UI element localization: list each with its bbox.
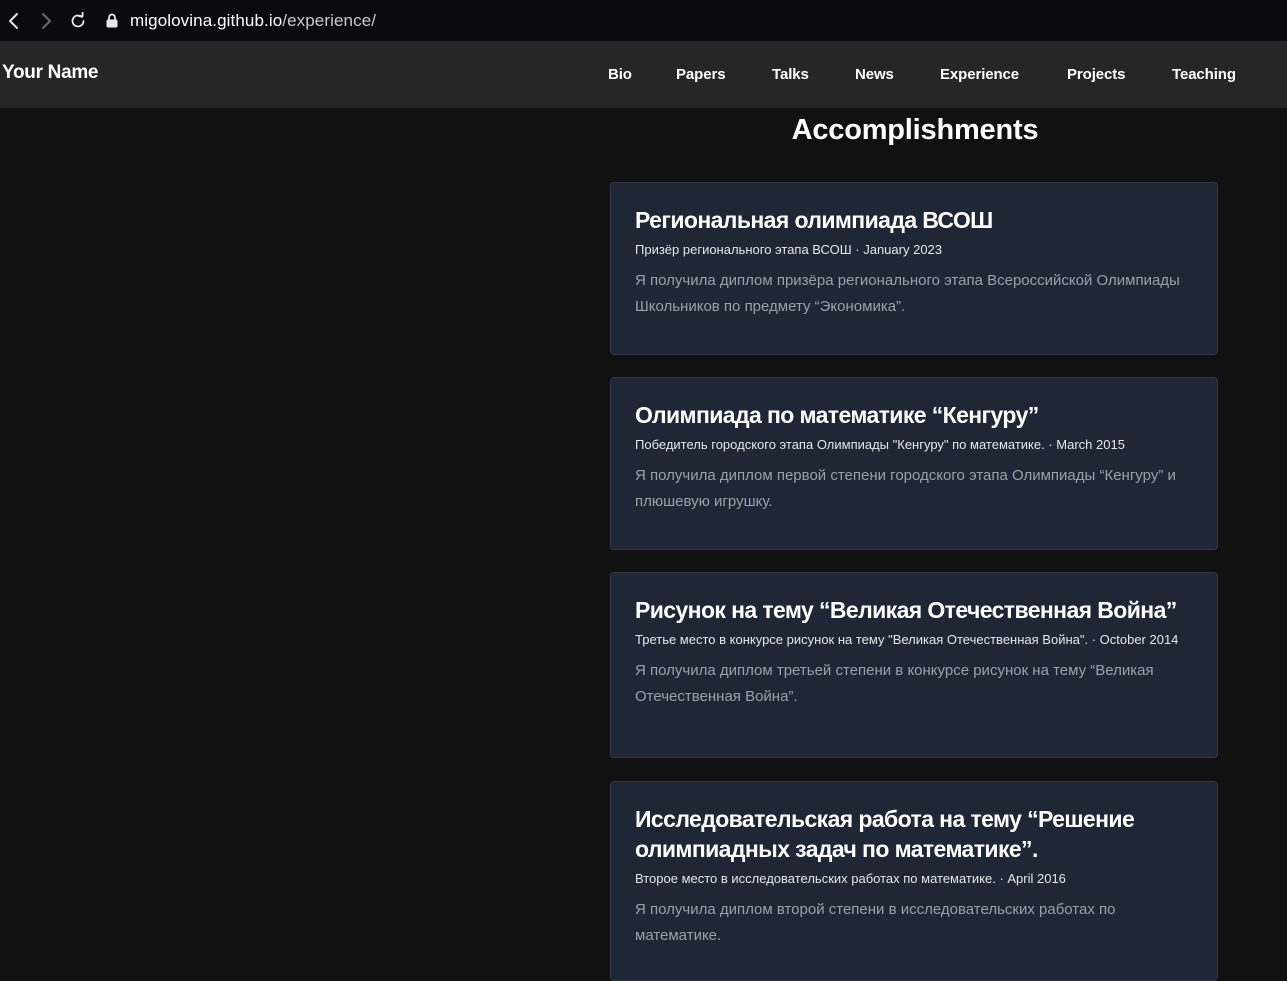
card-subtitle: Призёр регионального этапа ВСОШ · Januar… [635,242,943,257]
site-header: Your Name Bio Papers Talks News Experien… [0,41,1287,108]
card-title: Исследовательская работа на тему “Решени… [635,806,1135,862]
nav-teaching[interactable]: Teaching [1172,66,1236,83]
nav-experience[interactable]: Experience [940,66,1019,83]
accomplishment-card: Региональная олимпиада ВСОШ Призёр регио… [610,182,1218,355]
url-domain: migolovina.github.io [130,10,283,30]
accomplishment-card: Олимпиада по математике “Кенгуру” Победи… [610,377,1218,550]
lock-icon [104,13,120,29]
page-title: Accomplishments [791,114,1039,146]
forward-icon[interactable] [32,7,60,35]
address-bar[interactable]: migolovina.github.io/experience/ [130,11,376,31]
accomplishment-card: Исследовательская работа на тему “Решени… [610,781,1218,981]
card-description: Я получила диплом первой степени городск… [635,467,1176,510]
card-title: Олимпиада по математике “Кенгуру” [635,402,1039,428]
nav-talks[interactable]: Talks [772,66,809,83]
card-title: Региональная олимпиада ВСОШ [635,207,993,233]
accomplishment-card: Рисунок на тему “Великая Отечественная В… [610,572,1218,758]
site-brand[interactable]: Your Name [2,62,99,84]
card-description: Я получила диплом второй степени в иссле… [635,901,1116,944]
reload-icon[interactable] [64,7,92,35]
nav-news[interactable]: News [855,66,894,83]
nav-bio[interactable]: Bio [608,66,632,83]
card-subtitle: Победитель городского этапа Олимпиады "К… [635,437,1125,452]
card-description: Я получила диплом призёра регионального … [635,272,1180,315]
nav-papers[interactable]: Papers [676,66,726,83]
back-icon[interactable] [0,7,28,35]
card-title: Рисунок на тему “Великая Отечественная В… [635,597,1177,623]
card-subtitle: Второе место в исследовательских работах… [635,871,1066,886]
url-path: /experience/ [282,10,377,30]
browser-toolbar: migolovina.github.io/experience/ [0,0,1287,41]
card-subtitle: Третье место в конкурсе рисунок на тему … [635,632,1179,647]
nav-projects[interactable]: Projects [1067,66,1126,83]
card-description: Я получила диплом третьей степени в конк… [635,662,1154,705]
